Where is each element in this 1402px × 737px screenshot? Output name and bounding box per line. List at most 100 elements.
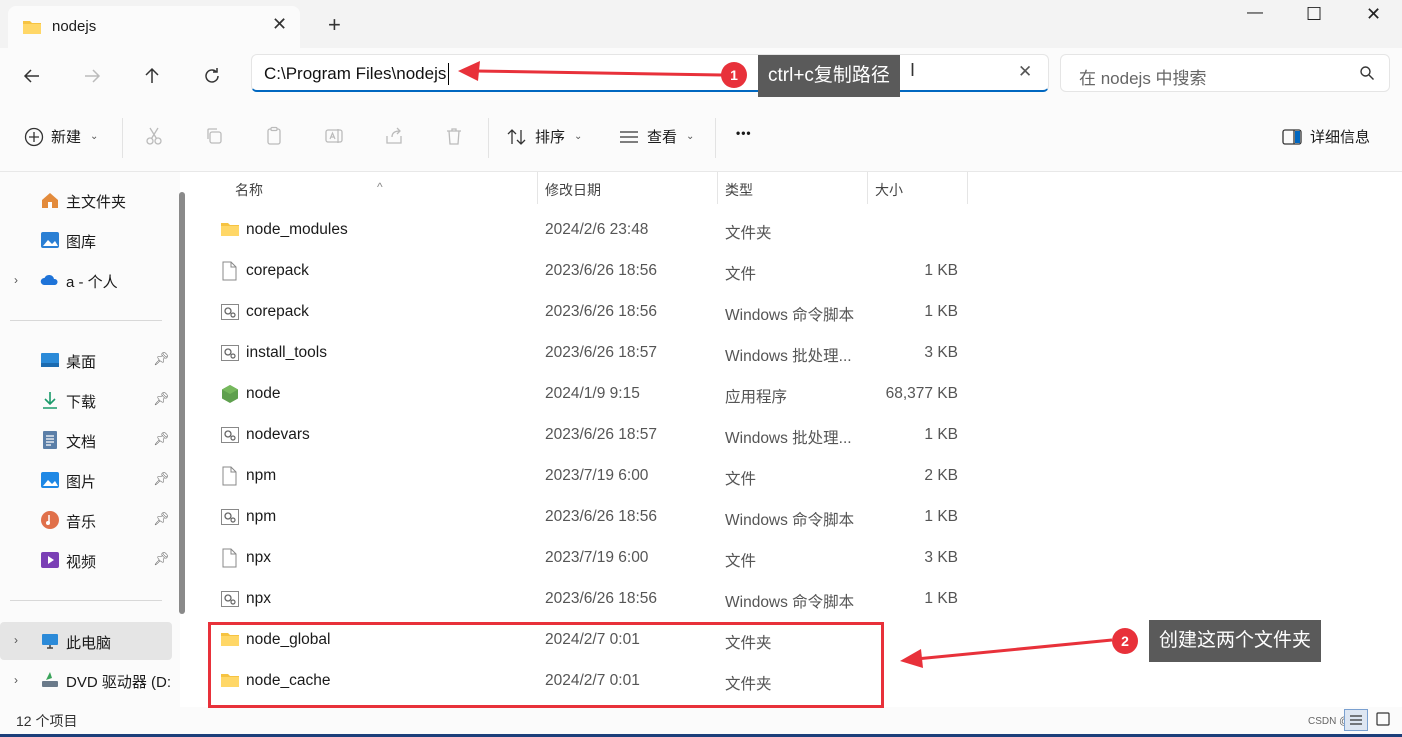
rename-button[interactable] (324, 126, 344, 146)
tab-nodejs[interactable]: nodejs ✕ (8, 6, 300, 48)
chevron-right-icon[interactable]: › (14, 673, 18, 687)
file-row[interactable]: corepack 2023/6/26 18:56 Windows 命令脚本 1 KB (192, 292, 972, 333)
column-header-name[interactable]: 名称 (235, 180, 263, 200)
sidebar-item-label: a - 个人 (66, 274, 118, 291)
column-divider[interactable] (717, 172, 718, 204)
details-view-button[interactable] (1344, 709, 1368, 731)
file-date: 2023/7/19 6:00 (545, 467, 649, 484)
file-row[interactable]: node_modules 2024/2/6 23:48 文件夹 (192, 210, 972, 251)
script-icon (220, 507, 240, 527)
sidebar-item-videos[interactable]: 视频 📌︎ (0, 543, 172, 577)
clear-address-icon[interactable]: ✕ (1018, 62, 1032, 82)
trash-icon (447, 128, 461, 145)
details-pane-icon (1282, 128, 1302, 145)
copy-button[interactable] (204, 126, 224, 146)
file-row[interactable]: npx 2023/6/26 18:56 Windows 命令脚本 1 KB (192, 579, 972, 620)
column-divider[interactable] (867, 172, 868, 204)
file-size: 1 KB (924, 590, 958, 607)
sidebar-item-this-pc[interactable]: › 此电脑 (0, 622, 172, 660)
back-icon[interactable] (18, 62, 46, 90)
tab-title: nodejs (52, 18, 97, 35)
file-size: 2 KB (924, 467, 958, 484)
text-cursor-icon: I (910, 60, 916, 80)
thumbnail-view-button[interactable] (1372, 709, 1396, 731)
home-icon (40, 190, 60, 210)
file-row[interactable]: npx 2023/7/19 6:00 文件 3 KB (192, 538, 972, 579)
address-bar[interactable]: C:\Program Files\nodejs ✕ (251, 54, 1049, 92)
cut-button[interactable] (144, 126, 164, 146)
search-placeholder[interactable]: 在 nodejs 中搜索 (1079, 64, 1207, 89)
file-row[interactable]: corepack 2023/6/26 18:56 文件 1 KB (192, 251, 972, 292)
node-icon (220, 384, 240, 404)
pin-icon[interactable]: 📌︎ (153, 431, 170, 447)
sidebar-item-downloads[interactable]: 下载 📌︎ (0, 383, 172, 417)
divider (10, 320, 162, 321)
sidebar-scrollbar[interactable] (179, 192, 185, 614)
forward-icon[interactable] (78, 62, 106, 90)
tab-close-icon[interactable]: ✕ (272, 14, 287, 35)
pin-icon[interactable]: 📌︎ (153, 471, 170, 487)
step-badge-1: 1 (721, 62, 747, 88)
file-row[interactable]: node 2024/1/9 9:15 应用程序 68,377 KB (192, 374, 972, 415)
pin-icon[interactable]: 📌︎ (153, 551, 170, 567)
more-options-button[interactable]: ••• (736, 126, 752, 140)
sort-button[interactable]: 排序 ⌄ (506, 126, 582, 147)
column-header-type[interactable]: 类型 (725, 180, 753, 200)
view-label: 查看 (647, 129, 678, 146)
new-button[interactable]: 新建 ⌄ (24, 126, 98, 147)
divider (122, 118, 123, 158)
file-size: 1 KB (924, 426, 958, 443)
details-pane-button[interactable]: 详细信息 (1281, 126, 1370, 147)
navigation-bar: C:\Program Files\nodejs ✕ 在 nodejs 中搜索 (0, 48, 1402, 104)
callout-copy-path: ctrl+c复制路径 (758, 55, 900, 97)
column-header-date[interactable]: 修改日期 (545, 180, 601, 200)
share-button[interactable] (384, 126, 404, 146)
column-header-size[interactable]: 大小 (875, 180, 903, 200)
details-view-icon (1350, 715, 1362, 725)
sidebar-item-music[interactable]: 音乐 📌︎ (0, 503, 172, 537)
file-date: 2023/6/26 18:56 (545, 590, 658, 607)
sidebar-item-onedrive[interactable]: › a - 个人 (0, 263, 172, 297)
close-window-button[interactable]: ✕ (1366, 4, 1381, 25)
view-button[interactable]: 查看 ⌄ (618, 126, 694, 147)
pin-icon[interactable]: 📌︎ (153, 351, 170, 367)
column-divider[interactable] (967, 172, 968, 204)
sidebar-item-pictures[interactable]: 图片 📌︎ (0, 463, 172, 497)
refresh-icon[interactable] (198, 62, 226, 90)
desktop-icon (40, 350, 60, 370)
pin-icon[interactable]: 📌︎ (153, 391, 170, 407)
file-row[interactable]: npm 2023/7/19 6:00 文件 2 KB (192, 456, 972, 497)
sidebar-item-desktop[interactable]: 桌面 📌︎ (0, 343, 172, 377)
script-icon (220, 589, 240, 609)
file-row[interactable]: install_tools 2023/6/26 18:57 Windows 批处理.… (192, 333, 972, 374)
minimize-button[interactable]: — (1247, 4, 1263, 22)
up-icon[interactable] (138, 62, 166, 90)
callout-create-folders: 创建这两个文件夹 (1149, 620, 1322, 662)
search-box[interactable]: 在 nodejs 中搜索 (1060, 54, 1390, 92)
sidebar-item-dvd-drive[interactable]: › DVD 驱动器 (D: (0, 663, 172, 697)
chevron-right-icon[interactable]: › (14, 273, 18, 287)
paste-button[interactable] (264, 126, 284, 146)
file-icon (220, 466, 240, 486)
file-size: 68,377 KB (885, 385, 958, 402)
address-text[interactable]: C:\Program Files\nodejs (264, 64, 446, 84)
document-icon (40, 430, 60, 450)
file-name: npm (246, 467, 277, 484)
sidebar-item-documents[interactable]: 文档 📌︎ (0, 423, 172, 457)
file-row[interactable]: nodevars 2023/6/26 18:57 Windows 批处理... 1 K… (192, 415, 972, 456)
maximize-button[interactable]: ☐ (1306, 4, 1322, 25)
sidebar-item-gallery[interactable]: 图库 (0, 223, 172, 257)
file-row[interactable]: npm 2023/6/26 18:56 Windows 命令脚本 1 KB (192, 497, 972, 538)
column-divider[interactable] (537, 172, 538, 204)
chevron-right-icon[interactable]: › (14, 633, 18, 647)
delete-button[interactable] (444, 126, 464, 146)
sidebar-item-home[interactable]: 主文件夹 (0, 183, 172, 217)
sidebar-item-label: 文档 (66, 434, 97, 451)
file-type: 文件 (725, 266, 757, 283)
file-name: corepack (246, 303, 309, 320)
item-count: 12 个项目 (16, 713, 78, 729)
new-tab-button[interactable]: + (328, 12, 341, 38)
file-size: 1 KB (924, 303, 958, 320)
file-icon (220, 548, 240, 568)
pin-icon[interactable]: 📌︎ (153, 511, 170, 527)
